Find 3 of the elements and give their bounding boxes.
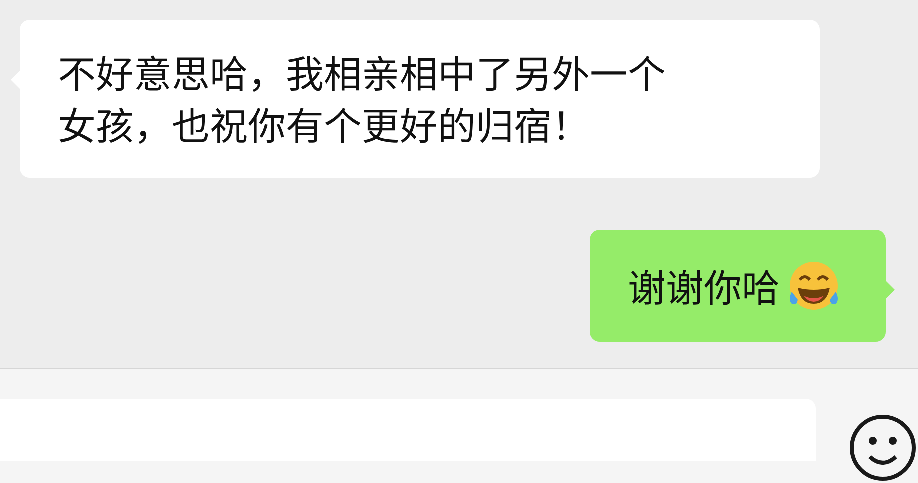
smiley-face-icon[interactable] [848, 413, 918, 483]
message-text: 谢谢你哈 [628, 260, 780, 312]
message-text: 不好意思哈，我相亲相中了另外一个女孩，也祝你有个更好的归宿！ [58, 46, 666, 150]
